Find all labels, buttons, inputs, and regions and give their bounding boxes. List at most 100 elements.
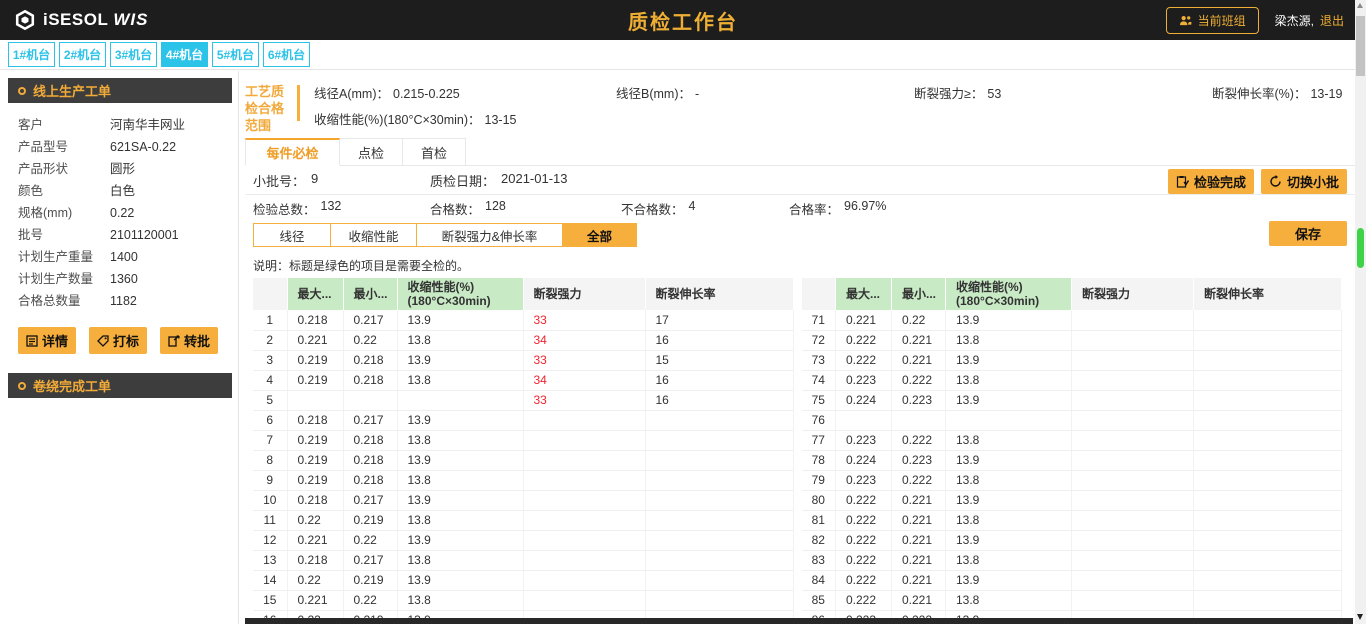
cell-min[interactable]: 0.217	[343, 410, 397, 430]
green-scrollbar-thumb[interactable]	[1357, 228, 1364, 268]
cell-force[interactable]	[1072, 470, 1194, 490]
cell-elong[interactable]	[1194, 550, 1342, 570]
machine-tab[interactable]: 2#机台	[59, 42, 106, 67]
cell-force[interactable]	[1072, 370, 1194, 390]
cell-min[interactable]: 0.221	[892, 330, 946, 350]
cell-force[interactable]	[523, 550, 645, 570]
cell-min[interactable]: 0.219	[343, 510, 397, 530]
cell-max[interactable]	[287, 390, 343, 410]
cell-shrink[interactable]: 13.9	[397, 530, 523, 550]
cell-min[interactable]: 0.221	[892, 510, 946, 530]
vertical-scrollbar[interactable]	[1355, 0, 1366, 624]
cell-elong[interactable]	[645, 450, 793, 470]
cell-elong[interactable]	[645, 550, 793, 570]
transfer-button[interactable]: 转批	[160, 327, 218, 354]
cell-elong[interactable]	[1194, 470, 1342, 490]
cell-elong[interactable]: 15	[645, 350, 793, 370]
cell-force[interactable]	[1072, 310, 1194, 330]
cell-min[interactable]: 0.22	[892, 310, 946, 330]
cell-shrink[interactable]: 13.9	[946, 490, 1072, 510]
cell-force[interactable]	[523, 450, 645, 470]
cell-force[interactable]: 34	[523, 330, 645, 350]
cell-shrink[interactable]: 13.9	[946, 350, 1072, 370]
cell-max[interactable]: 0.222	[836, 330, 892, 350]
cell-min[interactable]: 0.217	[343, 490, 397, 510]
cell-elong[interactable]: 16	[645, 370, 793, 390]
cell-elong[interactable]: 17	[645, 310, 793, 330]
cell-shrink[interactable]: 13.9	[397, 450, 523, 470]
cell-max[interactable]: 0.219	[287, 350, 343, 370]
cell-shrink[interactable]: 13.9	[946, 530, 1072, 550]
cell-elong[interactable]: 16	[645, 390, 793, 410]
cell-shrink[interactable]: 13.9	[946, 310, 1072, 330]
cell-force[interactable]	[1072, 530, 1194, 550]
cell-elong[interactable]	[1194, 370, 1342, 390]
cell-max[interactable]: 0.223	[836, 430, 892, 450]
cell-min[interactable]: 0.217	[343, 310, 397, 330]
cell-shrink[interactable]: 13.8	[397, 430, 523, 450]
cell-elong[interactable]	[1194, 390, 1342, 410]
cell-min[interactable]	[892, 410, 946, 430]
cell-elong[interactable]	[1194, 310, 1342, 330]
cell-shrink[interactable]	[946, 410, 1072, 430]
cell-max[interactable]: 0.219	[287, 370, 343, 390]
cell-max[interactable]: 0.221	[287, 590, 343, 610]
cell-min[interactable]: 0.223	[892, 450, 946, 470]
logout-link[interactable]: 退出	[1320, 12, 1344, 29]
cell-max[interactable]: 0.221	[287, 330, 343, 350]
cell-force[interactable]: 33	[523, 310, 645, 330]
cell-force[interactable]	[523, 570, 645, 590]
cell-elong[interactable]	[1194, 330, 1342, 350]
cell-force[interactable]	[523, 470, 645, 490]
cell-min[interactable]: 0.221	[892, 590, 946, 610]
cell-max[interactable]: 0.222	[836, 550, 892, 570]
cell-max[interactable]: 0.222	[836, 350, 892, 370]
cell-shrink[interactable]: 13.8	[397, 370, 523, 390]
cell-elong[interactable]	[645, 570, 793, 590]
cell-force[interactable]	[523, 410, 645, 430]
cell-elong[interactable]	[1194, 410, 1342, 430]
cell-force[interactable]	[1072, 410, 1194, 430]
cell-shrink[interactable]: 13.8	[397, 590, 523, 610]
cell-max[interactable]: 0.224	[836, 450, 892, 470]
cell-shrink[interactable]: 13.9	[946, 570, 1072, 590]
cell-force[interactable]	[1072, 590, 1194, 610]
cell-max[interactable]: 0.22	[287, 510, 343, 530]
cell-min[interactable]: 0.221	[892, 530, 946, 550]
cell-min[interactable]: 0.22	[343, 530, 397, 550]
cell-min[interactable]: 0.221	[892, 570, 946, 590]
scroll-up-arrow-icon[interactable]	[1357, 3, 1363, 8]
tab-首检[interactable]: 首检	[403, 138, 466, 166]
cell-shrink[interactable]: 13.9	[397, 570, 523, 590]
cell-force[interactable]	[1072, 430, 1194, 450]
cell-min[interactable]: 0.218	[343, 350, 397, 370]
machine-tab[interactable]: 6#机台	[263, 42, 310, 67]
machine-tab[interactable]: 5#机台	[212, 42, 259, 67]
cell-max[interactable]: 0.219	[287, 430, 343, 450]
cell-force[interactable]	[1072, 490, 1194, 510]
cell-shrink[interactable]: 13.9	[397, 490, 523, 510]
cell-min[interactable]: 0.218	[343, 370, 397, 390]
cell-force[interactable]	[1072, 450, 1194, 470]
cell-max[interactable]	[836, 410, 892, 430]
cell-shrink[interactable]: 13.8	[946, 370, 1072, 390]
cell-min[interactable]: 0.218	[343, 470, 397, 490]
cell-elong[interactable]	[1194, 590, 1342, 610]
cell-max[interactable]: 0.223	[836, 370, 892, 390]
cell-max[interactable]: 0.222	[836, 510, 892, 530]
cell-shrink[interactable]: 13.8	[397, 470, 523, 490]
cell-max[interactable]: 0.219	[287, 450, 343, 470]
cell-max[interactable]: 0.223	[836, 470, 892, 490]
cell-shrink[interactable]: 13.8	[946, 590, 1072, 610]
cell-shrink[interactable]: 13.8	[946, 330, 1072, 350]
cell-max[interactable]: 0.222	[836, 490, 892, 510]
cell-elong[interactable]	[645, 590, 793, 610]
cell-elong[interactable]	[645, 510, 793, 530]
cell-min[interactable]: 0.22	[343, 590, 397, 610]
cell-max[interactable]: 0.222	[836, 590, 892, 610]
current-team-button[interactable]: 当前班组	[1166, 7, 1259, 34]
cell-shrink[interactable]: 13.8	[397, 330, 523, 350]
cell-elong[interactable]	[1194, 430, 1342, 450]
machine-tab[interactable]: 3#机台	[110, 42, 157, 67]
cell-force[interactable]	[1072, 570, 1194, 590]
